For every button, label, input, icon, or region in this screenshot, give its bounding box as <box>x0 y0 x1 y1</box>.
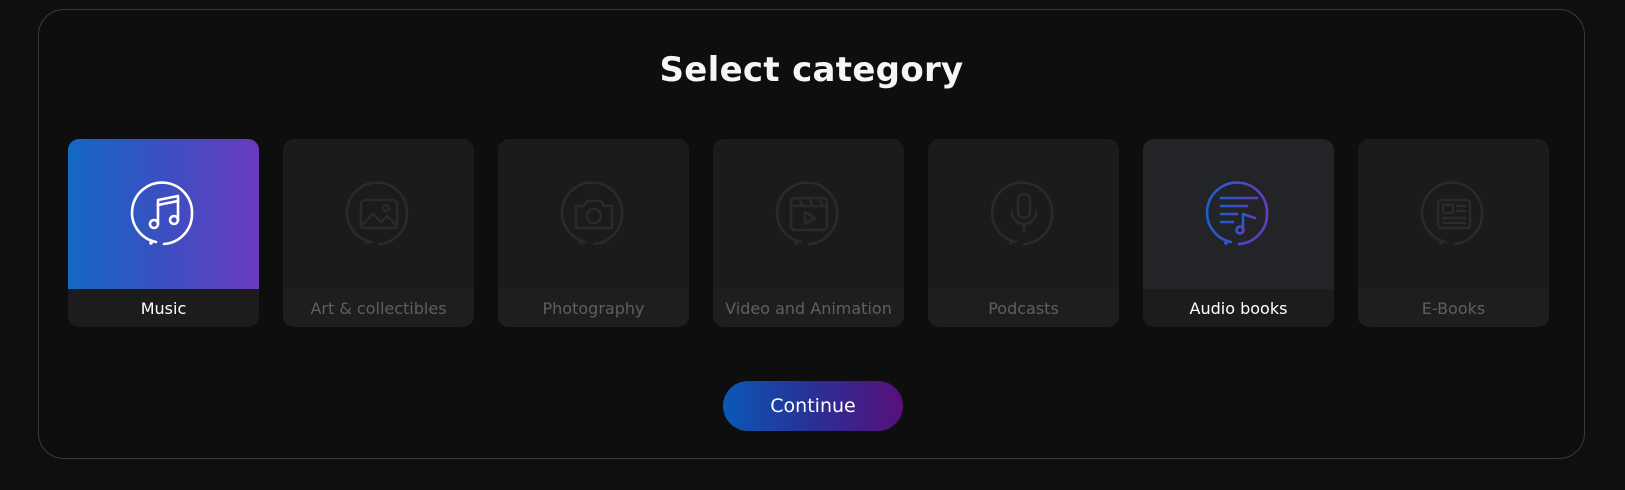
category-card-podcasts[interactable]: Podcasts <box>928 139 1119 327</box>
newspaper-icon <box>1418 178 1490 250</box>
category-card-photography[interactable]: Photography <box>498 139 689 327</box>
category-label: Art & collectibles <box>283 289 474 327</box>
category-card-e-books[interactable]: E-Books <box>1358 139 1549 327</box>
page-title: Select category <box>659 50 964 90</box>
category-list: Music Art & collectibles Photography Vid… <box>68 139 1549 327</box>
category-card-music[interactable]: Music <box>68 139 259 327</box>
category-label: Podcasts <box>928 289 1119 327</box>
category-card-audio-books[interactable]: Audio books <box>1143 139 1334 327</box>
continue-button[interactable]: Continue <box>723 381 903 431</box>
category-label: Audio books <box>1143 289 1334 327</box>
video-clapper-icon <box>773 178 845 250</box>
category-panel: Select category Music Art & collectibles… <box>38 9 1585 459</box>
microphone-icon <box>988 178 1060 250</box>
category-card-art-collectibles[interactable]: Art & collectibles <box>283 139 474 327</box>
image-icon <box>343 178 415 250</box>
audio-book-icon <box>1203 178 1275 250</box>
camera-icon <box>558 178 630 250</box>
music-note-icon <box>128 178 200 250</box>
category-label: Music <box>68 289 259 327</box>
category-label: Photography <box>498 289 689 327</box>
category-label: Video and Animation <box>713 289 904 327</box>
category-card-video-animation[interactable]: Video and Animation <box>713 139 904 327</box>
category-label: E-Books <box>1358 289 1549 327</box>
